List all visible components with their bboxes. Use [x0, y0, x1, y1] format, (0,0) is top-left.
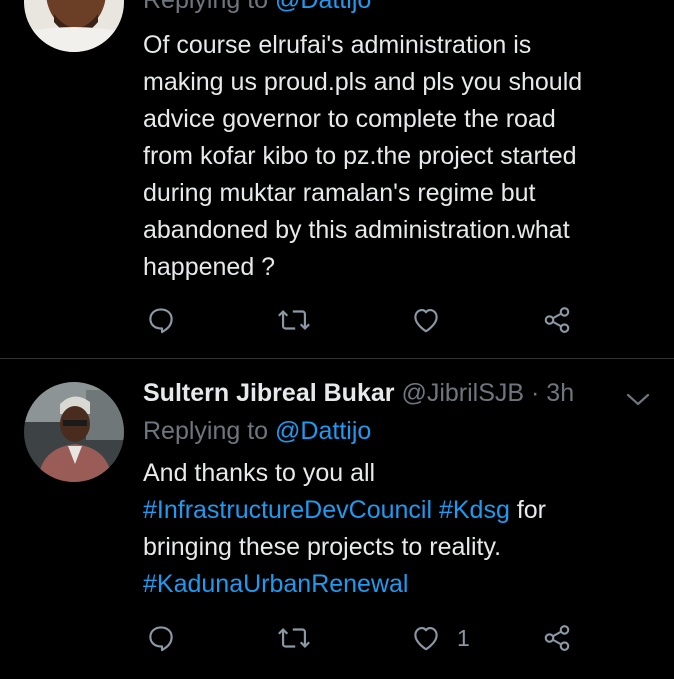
tweet-body-line: advice governor to complete the road [143, 105, 556, 133]
hashtag-link[interactable]: #Kdsg [439, 496, 510, 524]
tweet-body-text: for [516, 496, 546, 524]
retweet-button[interactable] [277, 618, 311, 658]
reply-icon [149, 308, 173, 334]
heart-icon [414, 308, 438, 333]
retweet-icon [278, 309, 310, 331]
tweet-header: Sultern Jibreal Bukar @JibrilSJB · 3h [143, 379, 574, 408]
tweet-body-line: #KadunaUrbanRenewal [143, 566, 653, 603]
avatar-photo [24, 382, 124, 482]
like-count: 1 [457, 624, 470, 651]
tweet-body-line: making us proud.pls and pls you should [143, 68, 583, 96]
tweet-actions: 1 [0, 618, 674, 658]
hashtag-link[interactable]: #InfrastructureDevCouncil [143, 496, 432, 524]
tweet-body-line: from kofar kibo to pz.the project starte… [143, 142, 577, 170]
share-button[interactable] [542, 618, 572, 658]
share-icon [544, 307, 570, 333]
heart-icon [414, 626, 438, 651]
chevron-down-icon [626, 393, 650, 406]
tweet-actions [0, 300, 674, 340]
reply-button[interactable] [146, 618, 176, 658]
more-options-button[interactable] [624, 389, 652, 409]
hashtag-link[interactable]: #KadunaUrbanRenewal [143, 570, 408, 598]
retweet-button[interactable] [277, 300, 311, 340]
like-button[interactable]: 1 [411, 618, 470, 658]
tweet-body-line: And thanks to you all [143, 459, 376, 487]
tweet-body-line: happened ? [143, 253, 276, 281]
tweet-body-line: #InfrastructureDevCouncil #Kdsg for [143, 492, 653, 529]
timestamp[interactable]: 3h [546, 379, 574, 407]
avatar-photo [24, 0, 124, 52]
avatar[interactable] [24, 0, 124, 52]
tweet-body-line: Of course elrufai's administration is [143, 31, 532, 59]
share-button[interactable] [542, 300, 572, 340]
separator-dot: · [531, 379, 540, 407]
tweet-body: And thanks to you all #InfrastructureDev… [143, 455, 653, 603]
retweet-icon [278, 627, 310, 649]
replying-prefix: Replying to [143, 0, 276, 14]
tweet-body: Of course elrufai's administration is ma… [143, 27, 653, 286]
replying-prefix: Replying to [143, 417, 276, 445]
mention-link[interactable]: @Dattijo [275, 417, 371, 445]
tweet-body-line: abandoned by this administration.what [143, 216, 570, 244]
mention-link[interactable]: @Dattijo [275, 0, 371, 14]
tweet-body-line: bringing these projects to reality. [143, 533, 502, 561]
like-button[interactable] [411, 300, 441, 340]
author-name[interactable]: Sultern Jibreal Bukar [143, 379, 394, 407]
share-icon [544, 625, 570, 651]
reply-icon [149, 626, 173, 652]
replying-to: Replying to @Dattijo [143, 417, 371, 446]
avatar[interactable] [24, 382, 124, 482]
author-handle[interactable]: @JibrilSJB [401, 379, 524, 407]
reply-button[interactable] [146, 300, 176, 340]
tweet-1[interactable]: Replying to @Dattijo Of course elrufai's… [0, 0, 674, 358]
tweet-2[interactable]: Sultern Jibreal Bukar @JibrilSJB · 3h Re… [0, 359, 674, 679]
replying-to: Replying to @Dattijo [143, 0, 371, 15]
tweet-body-line: during muktar ramalan's regime but [143, 179, 536, 207]
